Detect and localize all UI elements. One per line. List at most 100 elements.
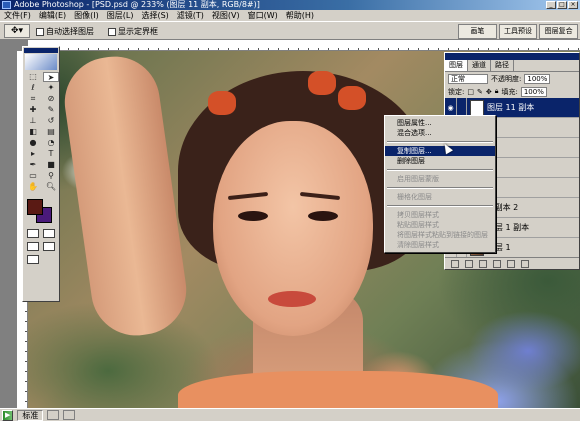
lock-transparency-icon[interactable]: □ xyxy=(467,88,474,96)
palette-well-tab-tool-presets[interactable]: 工具预设 xyxy=(498,24,538,39)
healing-brush-tool-icon[interactable]: ✚ xyxy=(25,105,41,115)
path-selection-tool-icon[interactable]: ▸ xyxy=(25,149,41,159)
menu-separator xyxy=(387,205,493,207)
eraser-tool-icon[interactable]: ◧ xyxy=(25,127,41,137)
tab-layers[interactable]: 图层 xyxy=(445,60,468,71)
show-bounding-box-checkbox[interactable]: 显示定界框 xyxy=(108,26,158,37)
foreground-color-swatch[interactable] xyxy=(27,199,43,215)
palette-well-tab-layer-comps[interactable]: 图层复合 xyxy=(539,24,579,39)
palette-well-tab-brushes[interactable]: 画笔 xyxy=(458,24,497,39)
layers-panel-titlebar[interactable] xyxy=(445,53,579,60)
menu-filter[interactable]: 滤镜(T) xyxy=(173,10,208,21)
jump-to-imageready-icon[interactable] xyxy=(27,255,39,264)
photoshop-app-icon xyxy=(2,1,11,9)
opacity-label: 不透明度: xyxy=(491,74,522,83)
window-controls: _ □ × xyxy=(546,1,578,9)
color-swatches xyxy=(23,197,59,227)
menu-help[interactable]: 帮助(H) xyxy=(282,10,318,21)
menu-window[interactable]: 窗口(W) xyxy=(244,10,282,21)
menu-separator xyxy=(387,141,493,143)
menu-layer[interactable]: 图层(L) xyxy=(103,10,138,21)
toolbox-grip[interactable] xyxy=(24,48,58,53)
hand-tool-icon[interactable]: ✋ xyxy=(25,182,41,192)
adobe-online-icon[interactable] xyxy=(25,54,57,70)
screen-mode-standard-icon[interactable] xyxy=(27,242,39,251)
type-tool-icon[interactable]: T xyxy=(43,149,59,159)
blend-opacity-row: 正常 不透明度: 100% xyxy=(445,72,579,85)
menu-edit[interactable]: 编辑(E) xyxy=(35,10,70,21)
lock-position-icon[interactable]: ✥ xyxy=(486,88,492,96)
opacity-input[interactable]: 100% xyxy=(524,73,551,84)
blend-mode-select[interactable]: 正常 xyxy=(448,73,488,84)
brush-tool-icon[interactable]: ✎ xyxy=(43,105,59,115)
palette-well: 画笔 工具预设 图层复合 xyxy=(458,24,579,39)
magic-wand-tool-icon[interactable]: ✦ xyxy=(43,83,59,93)
standard-mode-icon[interactable] xyxy=(27,229,39,238)
photo-flower xyxy=(208,91,236,115)
marquee-tool-icon[interactable]: ⬚ xyxy=(25,72,41,82)
lock-image-icon[interactable]: ✎ xyxy=(477,88,483,96)
photo-lips xyxy=(268,291,316,307)
fill-input[interactable]: 100% xyxy=(520,86,547,97)
close-button[interactable]: × xyxy=(568,1,578,9)
menu-item-rasterize-layer: 栅格化图层 xyxy=(397,193,432,201)
move-tool-icon: ✥▾ xyxy=(10,26,24,36)
auto-select-layer-checkbox[interactable]: 自动选择图层 xyxy=(36,26,94,37)
quick-mask-mode-icon[interactable] xyxy=(43,229,55,238)
show-bounding-box-label: 显示定界框 xyxy=(118,27,158,36)
screen-mode-row xyxy=(23,240,59,253)
options-bar: ✥▾ 自动选择图层 显示定界框 画笔 工具预设 图层复合 xyxy=(0,21,580,40)
status-icon[interactable] xyxy=(63,410,76,420)
new-set-icon[interactable] xyxy=(479,260,487,268)
clone-stamp-tool-icon[interactable]: ⊥ xyxy=(25,116,41,126)
photo-flower xyxy=(308,71,336,95)
status-icon[interactable] xyxy=(47,410,60,420)
history-brush-tool-icon[interactable]: ↺ xyxy=(43,116,59,126)
add-layer-style-icon[interactable] xyxy=(451,260,459,268)
shape-tool-icon[interactable]: ■ xyxy=(43,160,59,170)
photo-arm xyxy=(58,51,193,342)
menu-item-copy-layer-style: 拷贝图层样式 xyxy=(397,211,439,219)
start-button[interactable]: ▶ xyxy=(2,409,14,421)
menu-select[interactable]: 选择(S) xyxy=(137,10,172,21)
eyedropper-tool-icon[interactable]: ⚲ xyxy=(43,171,59,181)
pen-tool-icon[interactable]: ✒ xyxy=(25,160,41,170)
tab-channels[interactable]: 通道 xyxy=(468,60,491,71)
tab-paths[interactable]: 路径 xyxy=(491,60,514,71)
layer-thumbnail xyxy=(470,99,484,116)
crop-tool-icon[interactable]: ⌗ xyxy=(25,94,41,104)
auto-select-layer-label: 自动选择图层 xyxy=(46,27,94,36)
menu-file[interactable]: 文件(F) xyxy=(0,10,35,21)
dodge-tool-icon[interactable]: ◔ xyxy=(43,138,59,148)
new-layer-icon[interactable] xyxy=(507,260,515,268)
screen-mode-full-icon[interactable] xyxy=(43,242,55,251)
menu-item-blending-options[interactable]: 混合选项... xyxy=(385,128,495,138)
layers-panel-tabs: 图层 通道 路径 xyxy=(445,60,579,72)
horizontal-ruler[interactable] xyxy=(28,40,580,51)
lock-label: 锁定: xyxy=(448,87,465,96)
notes-tool-icon[interactable]: ▭ xyxy=(25,171,41,181)
status-bar: ▶ 标准 xyxy=(0,408,580,421)
title-bar: Adobe Photoshop - [PSD.psd @ 233% (图层 11… xyxy=(0,0,580,10)
minimize-button[interactable]: _ xyxy=(546,1,556,9)
gradient-tool-icon[interactable]: ▤ xyxy=(43,127,59,137)
menu-item-layer-properties[interactable]: 图层属性... xyxy=(385,118,495,128)
lasso-tool-icon[interactable]: ℓ xyxy=(25,83,41,93)
new-adjustment-layer-icon[interactable] xyxy=(493,260,501,268)
restore-button[interactable]: □ xyxy=(557,1,567,9)
menu-view[interactable]: 视图(V) xyxy=(208,10,244,21)
menu-separator xyxy=(387,169,493,171)
add-mask-icon[interactable] xyxy=(465,260,473,268)
slice-tool-icon[interactable]: ⊘ xyxy=(43,94,59,104)
photo-shoulder xyxy=(178,371,498,408)
menu-item-delete-layer[interactable]: 删除图层 xyxy=(385,156,495,166)
menu-item-duplicate-layer[interactable]: 复制图层... xyxy=(385,146,495,156)
move-tool-preset-picker[interactable]: ✥▾ xyxy=(4,24,30,38)
delete-layer-icon[interactable] xyxy=(521,260,529,268)
menu-image[interactable]: 图像(I) xyxy=(70,10,103,21)
lock-all-icon[interactable]: 🔒︎ xyxy=(495,87,499,96)
blur-tool-icon[interactable]: ● xyxy=(25,138,41,148)
zoom-tool-icon[interactable]: 🔍︎ xyxy=(43,182,59,192)
mask-mode-row xyxy=(23,227,59,240)
move-tool-icon[interactable]: ➤ xyxy=(43,72,59,82)
